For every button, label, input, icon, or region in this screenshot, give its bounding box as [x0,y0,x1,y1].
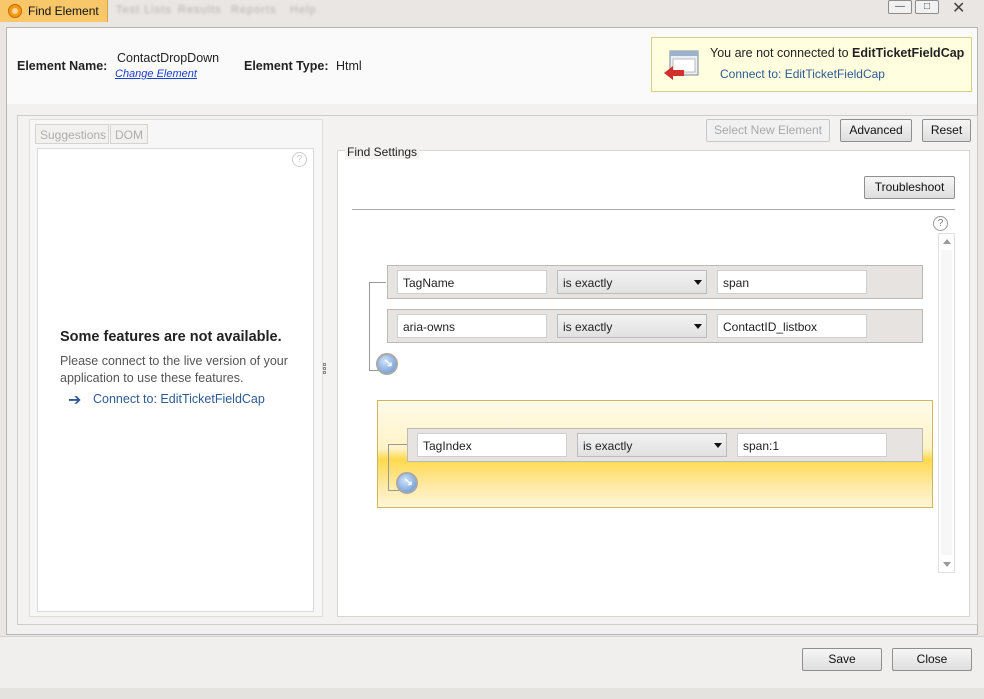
notification-text: You are not connected to EditTicketField… [710,46,964,60]
rule-attribute-field[interactable]: TagName [397,270,547,294]
element-type-value: Html [336,59,362,73]
unavailable-title: Some features are not available. [60,329,282,345]
tab-dom[interactable]: DOM [110,124,148,144]
save-button[interactable]: Save [802,648,882,671]
grip-icon[interactable] [323,362,329,378]
tab-suggestions[interactable]: Suggestions [35,124,109,144]
select-new-element-button[interactable]: Select New Element [706,119,830,142]
rule-operator-select[interactable]: is exactly [577,433,727,457]
dropdown-arrow-icon [694,324,702,329]
rule-operator-select[interactable]: is exactly [557,270,707,294]
close-button[interactable]: Close [892,648,972,671]
add-rule-icon[interactable] [396,472,418,494]
reset-button[interactable]: Reset [922,119,971,142]
rule-value-field[interactable]: ContactID_listbox [717,314,867,338]
question-icon[interactable]: ? [292,152,307,167]
rule-operator-value: is exactly [583,439,633,453]
rule-operator-select[interactable]: is exactly [557,314,707,338]
background-strip [0,688,984,699]
scroll-down-icon[interactable] [943,562,951,567]
rule-operator-value: is exactly [563,276,613,290]
scrollbar[interactable] [938,233,955,573]
menu-item-blurred: Test Lists [116,4,172,16]
dropdown-arrow-icon [694,280,702,285]
menu-item-blurred: Results [178,4,222,16]
menu-item-blurred: Help [290,4,317,16]
rule-attribute-field[interactable]: TagIndex [417,433,567,457]
rule-value-field[interactable]: span [717,270,867,294]
element-name-value: ContactDropDown [117,51,220,65]
back-arrow-icon [664,50,699,80]
troubleshoot-button[interactable]: Troubleshoot [864,176,955,199]
close-window-button[interactable]: ✕ [952,0,965,18]
notification-prefix: You are not connected to [710,46,853,60]
scroll-up-icon[interactable] [943,239,951,244]
dropdown-arrow-icon [714,443,722,448]
settings-divider [352,209,955,210]
change-element-link[interactable]: Change Element [115,68,197,80]
find-settings-label: Find Settings [345,145,420,159]
minimize-button[interactable]: — [888,0,912,14]
question-icon[interactable]: ? [933,216,948,231]
unavailable-description: Please connect to the live version of yo… [60,354,288,385]
rule-attribute-field[interactable]: aria-owns [397,314,547,338]
rule-value-field[interactable]: span:1 [737,433,887,457]
rule-operator-value: is exactly [563,320,613,334]
connection-notification: You are not connected to EditTicketField… [651,37,972,92]
menu-item-blurred: Reports [231,4,277,16]
left-connect-link[interactable]: Connect to: EditTicketFieldCap [93,392,265,406]
window-title-tab: Find Element [0,0,108,22]
right-arrow-icon: ➔ [68,392,82,409]
element-type-label: Element Type: [244,59,329,73]
advanced-button[interactable]: Advanced [840,119,912,142]
maximize-button[interactable]: □ [915,0,939,14]
notification-connect-link[interactable]: Connect to: EditTicketFieldCap [720,67,885,81]
window-title: Find Element [28,4,99,18]
add-rule-icon[interactable] [376,353,398,375]
app-icon [8,4,22,18]
element-name-label: Element Name: [17,59,108,73]
notification-app-name: EditTicketFieldCap [852,46,965,60]
find-settings-panel [337,150,970,617]
scroll-track[interactable] [941,250,952,555]
